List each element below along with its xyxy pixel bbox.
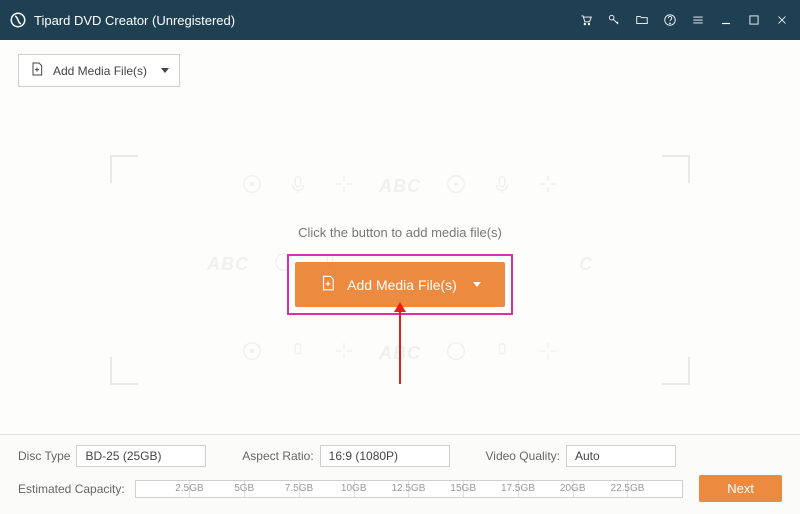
sparkle-icon <box>333 340 355 367</box>
drop-hint-text: Click the button to add media file(s) <box>298 225 502 240</box>
sparkle-icon <box>537 340 559 367</box>
corner-tr <box>662 155 690 183</box>
video-quality-label: Video Quality: <box>486 449 561 463</box>
footer-bar: Disc Type BD-25 (25GB) Aspect Ratio: 16:… <box>0 434 800 514</box>
video-quality-select[interactable]: Auto <box>566 445 676 467</box>
app-logo-icon <box>8 10 28 30</box>
capacity-segment: 17.5GB <box>464 481 519 497</box>
faint-deco-row: ABC C <box>207 251 593 278</box>
capacity-segment <box>628 481 682 497</box>
next-button-label: Next <box>727 481 754 496</box>
cart-icon[interactable] <box>578 12 594 28</box>
corner-bl <box>110 357 138 385</box>
add-media-button-top-label: Add Media File(s) <box>53 64 147 78</box>
app-title: Tipard DVD Creator (Unregistered) <box>34 13 235 28</box>
menu-icon[interactable] <box>690 12 706 28</box>
capacity-segment: 22.5GB <box>574 481 629 497</box>
capacity-label: Estimated Capacity: <box>18 482 125 496</box>
annotation-arrow <box>398 302 402 384</box>
video-quality-value: Auto <box>575 449 600 463</box>
titlebar: Tipard DVD Creator (Unregistered) <box>0 0 800 40</box>
toolbar-area: Add Media File(s) <box>0 40 800 87</box>
capacity-segment: 15GB <box>409 481 464 497</box>
faint-text: C <box>579 254 593 275</box>
chevron-down-icon <box>161 68 169 73</box>
mic-icon <box>491 173 513 200</box>
faint-text: ABC <box>379 176 421 197</box>
film-icon <box>445 340 467 367</box>
capacity-bar: 2.5GB 5GB 7.5GB 10GB 12.5GB 15GB 17.5GB … <box>135 480 684 498</box>
aspect-ratio-value: 16:9 (1080P) <box>329 449 398 463</box>
mic-icon <box>287 173 309 200</box>
minimize-icon[interactable] <box>718 12 734 28</box>
folder-icon[interactable] <box>634 12 650 28</box>
close-icon[interactable] <box>774 12 790 28</box>
capacity-segment: 12.5GB <box>355 481 410 497</box>
aspect-ratio-label: Aspect Ratio: <box>242 449 313 463</box>
mic-icon <box>491 340 513 367</box>
chevron-down-icon <box>473 282 481 287</box>
capacity-segment: 7.5GB <box>245 481 300 497</box>
mic-icon <box>287 340 309 367</box>
sparkle-icon <box>537 173 559 200</box>
maximize-icon[interactable] <box>746 12 762 28</box>
add-media-button-center-label: Add Media File(s) <box>347 277 457 293</box>
aspect-ratio-select[interactable]: 16:9 (1080P) <box>320 445 450 467</box>
corner-br <box>662 357 690 385</box>
add-media-button-top[interactable]: Add Media File(s) <box>18 54 180 87</box>
sparkle-icon <box>333 173 355 200</box>
film-icon <box>241 340 263 367</box>
capacity-segment: 5GB <box>190 481 245 497</box>
capacity-segment: 10GB <box>300 481 355 497</box>
faint-deco-row: ABC <box>241 173 559 200</box>
help-icon[interactable] <box>662 12 678 28</box>
capacity-segment: 2.5GB <box>136 481 191 497</box>
film-icon <box>241 173 263 200</box>
add-file-icon <box>29 61 45 80</box>
film-icon <box>273 251 295 278</box>
capacity-segment: 20GB <box>519 481 574 497</box>
next-button[interactable]: Next <box>699 475 782 502</box>
disc-type-value: BD-25 (25GB) <box>85 449 161 463</box>
faint-text: ABC <box>207 254 249 275</box>
key-icon[interactable] <box>606 12 622 28</box>
film-icon <box>445 173 467 200</box>
corner-tl <box>110 155 138 183</box>
titlebar-actions <box>578 12 790 28</box>
disc-type-label: Disc Type <box>18 449 70 463</box>
disc-type-select[interactable]: BD-25 (25GB) <box>76 445 206 467</box>
mic-icon <box>319 251 341 278</box>
